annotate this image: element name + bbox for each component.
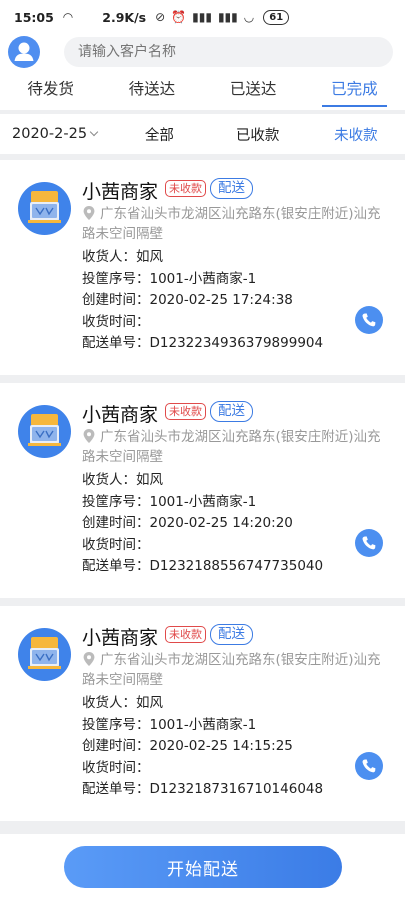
delivery-type-badge: 配送: [210, 178, 253, 199]
store-address: 广东省汕头市龙湖区汕充路东(银安庄附近)汕充路未空间隔壁: [82, 204, 382, 244]
store-address: 广东省汕头市龙湖区汕充路东(银安庄附近)汕充路未空间隔壁: [82, 650, 382, 690]
filter-bar: 2020-2-25 全部 已收款 未收款: [0, 114, 405, 154]
order-card[interactable]: 小茜商家 未收款 配送 广东省汕头市龙湖区汕充路东(银安庄附近)汕充路未空间隔壁…: [0, 160, 405, 375]
receiver-row: 收货人：如风: [82, 249, 163, 265]
created-time-row: 创建时间：2020-02-25 14:20:20: [82, 515, 293, 531]
filter-all[interactable]: 全部: [110, 124, 208, 145]
tab-pending-delivery[interactable]: 待送达: [101, 70, 202, 110]
delivery-number-row: 配送单号：D1232188556747735040: [82, 558, 324, 574]
user-icon: [14, 42, 34, 61]
filter-unpaid[interactable]: 未收款: [307, 124, 405, 145]
header: [0, 34, 405, 70]
store-logo-icon: [28, 414, 61, 446]
mute-icon: ⊘: [155, 10, 166, 24]
search-input[interactable]: [64, 37, 393, 67]
phone-icon: [362, 759, 376, 773]
received-time-row: 收货时间：: [82, 759, 150, 776]
store-name: 小茜商家: [82, 404, 159, 426]
address-text: 广东省汕头市龙湖区汕充路东(银安庄附近)汕充路未空间隔壁: [82, 429, 381, 465]
store-address: 广东省汕头市龙湖区汕充路东(银安庄附近)汕充路未空间隔壁: [82, 427, 382, 467]
tab-completed[interactable]: 已完成: [304, 70, 405, 110]
created-time-row: 创建时间：2020-02-25 14:15:25: [82, 738, 293, 754]
received-time-row: 收货时间：: [82, 313, 150, 330]
network-speed: 2.9K/s: [102, 9, 147, 25]
order-details: 收货人：如风 投筐序号：1001-小茜商家-1 创建时间：2020-02-25 …: [82, 247, 323, 355]
receiver-row: 收货人：如风: [82, 695, 163, 711]
phone-icon: [362, 313, 376, 327]
created-time-row: 创建时间：2020-02-25 17:24:38: [82, 292, 293, 308]
delivery-number-row: 配送单号：D1232187316710146048: [82, 781, 324, 797]
status-time: 15:05: [14, 9, 54, 25]
signal-hd-icon: ▮▮▮: [192, 10, 212, 24]
receiver-row: 收货人：如风: [82, 472, 163, 488]
date-filter-label: 2020-2-25: [12, 126, 88, 142]
call-button[interactable]: [355, 529, 383, 557]
wifi-icon: ◡: [243, 10, 255, 24]
payment-status-badge: 未收款: [165, 626, 206, 643]
store-logo: [18, 405, 71, 458]
order-card[interactable]: 小茜商家 未收款 配送 广东省汕头市龙湖区汕充路东(银安庄附近)汕充路未空间隔壁…: [0, 383, 405, 598]
date-filter[interactable]: 2020-2-25: [0, 126, 110, 142]
delivery-type-badge: 配送: [210, 624, 253, 645]
basket-number-row: 投筐序号：1001-小茜商家-1: [82, 270, 257, 287]
store-name: 小茜商家: [82, 627, 159, 649]
order-card[interactable]: 小茜商家 未收款 配送 广东省汕头市龙湖区汕充路东(银安庄附近)汕充路未空间隔壁…: [0, 606, 405, 821]
basket-number-row: 投筐序号：1001-小茜商家-1: [82, 493, 257, 510]
delivery-type-badge: 配送: [210, 401, 253, 422]
phone-icon: [362, 536, 376, 550]
received-time-row: 收货时间：: [82, 536, 150, 553]
status-tabs: 待发货 待送达 已送达 已完成: [0, 70, 405, 110]
wifi-small-icon: ◠: [62, 10, 74, 24]
store-logo: [18, 628, 71, 681]
chevron-down-icon: [89, 127, 99, 137]
alarm-icon: ⏰: [171, 10, 187, 24]
start-delivery-button[interactable]: 开始配送: [64, 846, 342, 888]
delivery-number-row: 配送单号：D1232234936379899904: [82, 335, 324, 351]
bottom-action-bar: 开始配送: [0, 834, 405, 900]
order-details: 收货人：如风 投筐序号：1001-小茜商家-1 创建时间：2020-02-25 …: [82, 693, 323, 801]
status-bar: 15:05 ◠ 2.9K/s ⊘ ⏰ ▮▮▮ ▮▮▮ ◡ 61: [0, 0, 405, 34]
avatar[interactable]: [8, 36, 40, 68]
order-details: 收货人：如风 投筐序号：1001-小茜商家-1 创建时间：2020-02-25 …: [82, 470, 323, 578]
address-text: 广东省汕头市龙湖区汕充路东(银安庄附近)汕充路未空间隔壁: [82, 206, 381, 242]
battery-icon: 61: [263, 9, 290, 25]
location-pin-icon: [83, 652, 95, 666]
address-text: 广东省汕头市龙湖区汕充路东(银安庄附近)汕充路未空间隔壁: [82, 652, 381, 688]
call-button[interactable]: [355, 752, 383, 780]
store-logo-icon: [28, 191, 61, 223]
location-pin-icon: [83, 429, 95, 443]
location-pin-icon: [83, 206, 95, 220]
call-button[interactable]: [355, 306, 383, 334]
payment-status-badge: 未收款: [165, 180, 206, 197]
filter-paid[interactable]: 已收款: [209, 124, 307, 145]
store-name: 小茜商家: [82, 181, 159, 203]
order-list: 小茜商家 未收款 配送 广东省汕头市龙湖区汕充路东(银安庄附近)汕充路未空间隔壁…: [0, 160, 405, 829]
basket-number-row: 投筐序号：1001-小茜商家-1: [82, 716, 257, 733]
store-logo: [18, 182, 71, 235]
signal-hd2-icon: ▮▮▮: [217, 10, 238, 24]
tab-delivered[interactable]: 已送达: [203, 70, 304, 110]
store-logo-icon: [28, 637, 61, 669]
payment-status-badge: 未收款: [165, 403, 206, 420]
tab-pending-shipment[interactable]: 待发货: [0, 70, 101, 110]
